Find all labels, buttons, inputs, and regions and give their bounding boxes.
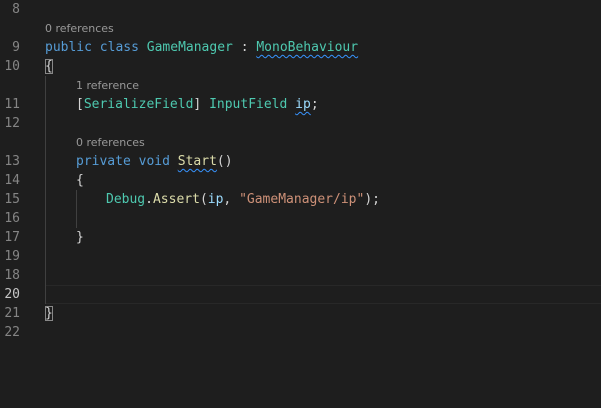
close-brace-class: } <box>45 306 53 321</box>
code-line-21[interactable]: } <box>45 304 53 323</box>
comma: , <box>223 192 240 207</box>
keyword-public: public <box>45 40 92 55</box>
line-number: 13 <box>4 154 20 169</box>
debug-class: Debug <box>106 192 146 207</box>
line-number-current: 20 <box>4 287 20 302</box>
line-number: 18 <box>4 268 20 283</box>
attribute-serializefield: SerializeField <box>83 97 194 112</box>
method-name: Start <box>177 154 217 169</box>
line-number: 15 <box>4 192 20 207</box>
base-class: MonoBehaviour <box>256 40 359 55</box>
code-line-9[interactable]: public class GameManager : MonoBehaviour <box>45 38 358 57</box>
line-number: 17 <box>4 230 20 245</box>
method-parens: () <box>216 154 233 169</box>
attribute-open-bracket: [ <box>76 97 84 112</box>
codelens-method-references[interactable]: 0 references <box>76 136 145 150</box>
colon: : <box>240 40 249 55</box>
semicolon: ; <box>310 97 319 112</box>
argument-ip: ip <box>207 192 224 207</box>
line-number: 12 <box>4 116 20 131</box>
code-line-14[interactable]: { <box>76 171 84 190</box>
line-number: 11 <box>4 97 20 112</box>
line-number: 19 <box>4 249 20 264</box>
open-brace-method: { <box>76 173 84 188</box>
class-name: GameManager <box>146 40 233 55</box>
code-line-13[interactable]: private void Start() <box>76 152 233 171</box>
line-number: 9 <box>12 40 20 55</box>
string-literal: "GameManager/ip" <box>239 192 365 207</box>
close-paren-semicolon: ); <box>364 192 380 207</box>
open-brace-class: { <box>45 59 53 74</box>
member-dot: . <box>145 192 153 207</box>
open-paren: ( <box>199 192 208 207</box>
keyword-private: private <box>76 154 131 169</box>
line-number: 22 <box>4 325 20 340</box>
code-line-17[interactable]: } <box>76 228 84 247</box>
line-number: 8 <box>12 2 20 17</box>
code-line-15[interactable]: Debug.Assert(ip, "GameManager/ip"); <box>106 190 380 209</box>
assert-method: Assert <box>152 192 200 207</box>
line-number: 10 <box>4 59 20 74</box>
field-type: InputField <box>209 97 288 112</box>
code-line-11[interactable]: [SerializeField] InputField ip; <box>76 95 319 114</box>
field-name: ip <box>295 97 311 112</box>
line-number: 21 <box>4 306 20 321</box>
line-number: 14 <box>4 173 20 188</box>
code-editor[interactable]: 8 9 10 11 12 13 14 15 16 17 18 19 20 21 … <box>0 0 601 408</box>
code-line-10[interactable]: { <box>45 57 53 76</box>
attribute-close-bracket: ] <box>193 97 202 112</box>
codelens-class-references[interactable]: 0 references <box>45 22 114 36</box>
line-number: 16 <box>4 211 20 226</box>
keyword-class: class <box>99 40 139 55</box>
keyword-void: void <box>138 154 170 169</box>
close-brace-method: } <box>76 230 84 245</box>
codelens-field-references[interactable]: 1 reference <box>76 79 139 93</box>
